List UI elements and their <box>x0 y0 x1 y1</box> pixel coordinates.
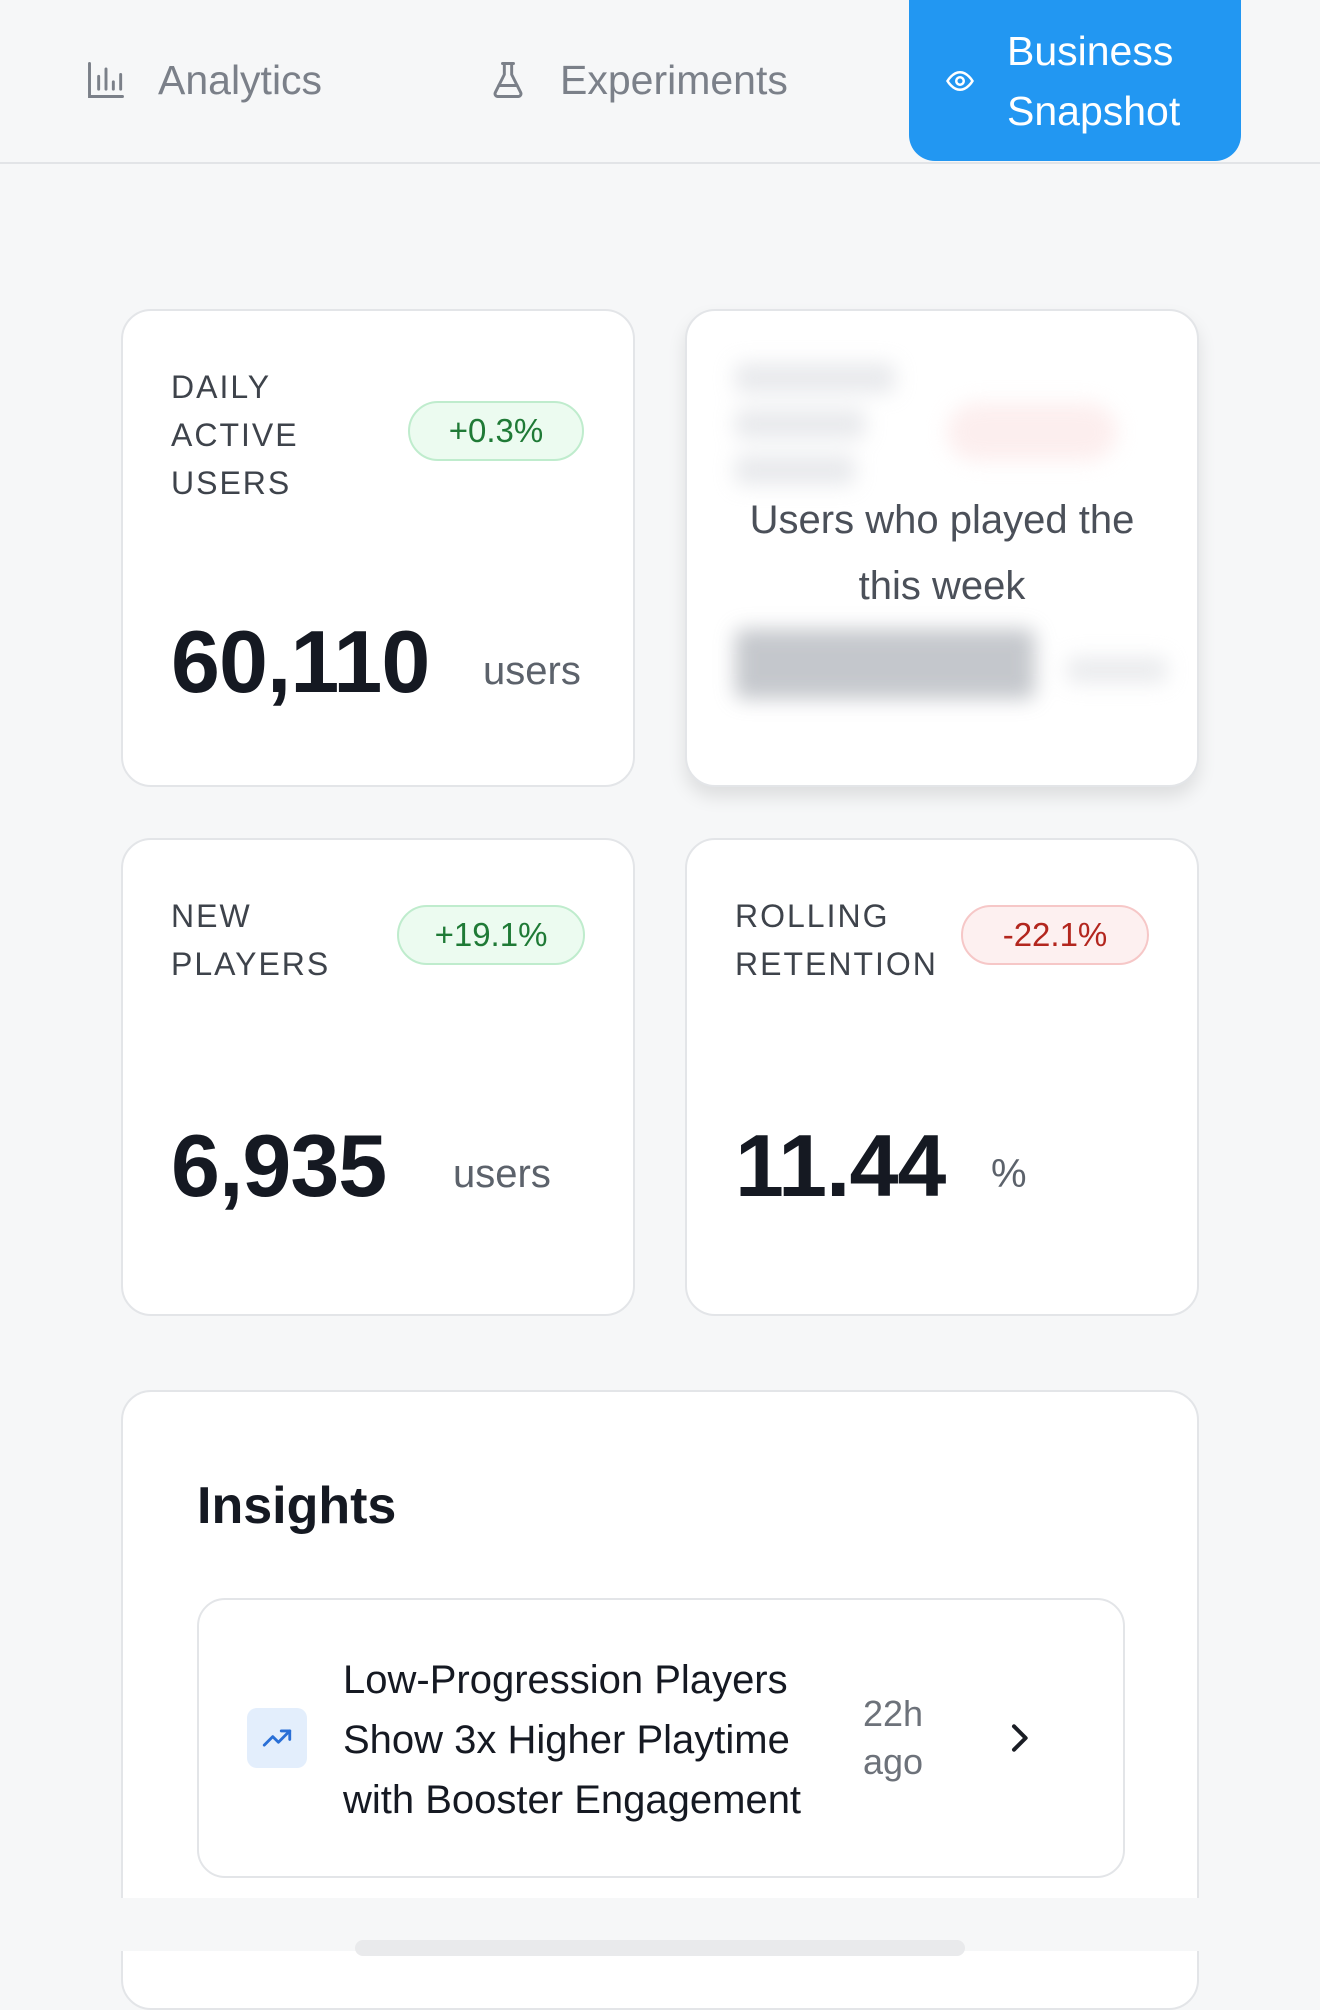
metric-title: ROLLING RETENTION <box>735 898 938 982</box>
insight-timestamp: 22h ago <box>863 1693 924 1782</box>
tab-business-snapshot-label: Business Snapshot <box>1007 27 1181 134</box>
eye-icon <box>946 70 974 91</box>
insight-item[interactable]: Low-Progression Players Show 3x Higher P… <box>197 1598 1125 1878</box>
home-indicator <box>355 1940 965 1956</box>
metric-card-daily-active-users[interactable]: DAILY ACTIVE USERS +0.3% 60,110 users <box>121 309 635 787</box>
flask-icon <box>493 62 523 98</box>
metric-value: 6,935 <box>171 1116 387 1215</box>
metric-card-weekly-active-users[interactable]: Users who played the this week <box>685 309 1199 787</box>
insight-text: Low-Progression Players Show 3x Higher P… <box>343 1658 802 1822</box>
tab-experiments[interactable]: Experiments <box>486 52 788 108</box>
metric-tooltip: Users who played the this week <box>749 498 1135 608</box>
metric-unit: users <box>453 1152 551 1196</box>
trending-up-icon <box>247 1708 307 1768</box>
metric-title: NEW PLAYERS <box>171 898 331 982</box>
metric-unit: % <box>991 1152 1027 1196</box>
metric-value: 60,110 <box>171 612 430 711</box>
top-tab-bar: Analytics Experiments Business Snapshot <box>0 0 1320 164</box>
change-badge: -22.1% <box>961 905 1149 965</box>
change-badge: +0.3% <box>408 401 584 461</box>
metric-unit: users <box>483 649 581 693</box>
tab-business-snapshot[interactable]: Business Snapshot <box>909 0 1241 161</box>
tab-analytics-label: Analytics <box>158 56 323 103</box>
metric-card-rolling-retention[interactable]: ROLLING RETENTION -22.1% 11.44 % <box>685 838 1199 1316</box>
bar-chart-icon <box>88 62 124 98</box>
metric-title: DAILY ACTIVE USERS <box>171 369 299 501</box>
tab-analytics[interactable]: Analytics <box>84 52 322 108</box>
metric-value: 11.44 <box>735 1116 946 1215</box>
insights-title: Insights <box>197 1477 397 1535</box>
change-badge: +19.1% <box>397 905 585 965</box>
chevron-right-icon[interactable] <box>999 1718 1039 1758</box>
metric-card-new-players[interactable]: NEW PLAYERS +19.1% 6,935 users <box>121 838 635 1316</box>
tab-experiments-label: Experiments <box>560 56 788 103</box>
